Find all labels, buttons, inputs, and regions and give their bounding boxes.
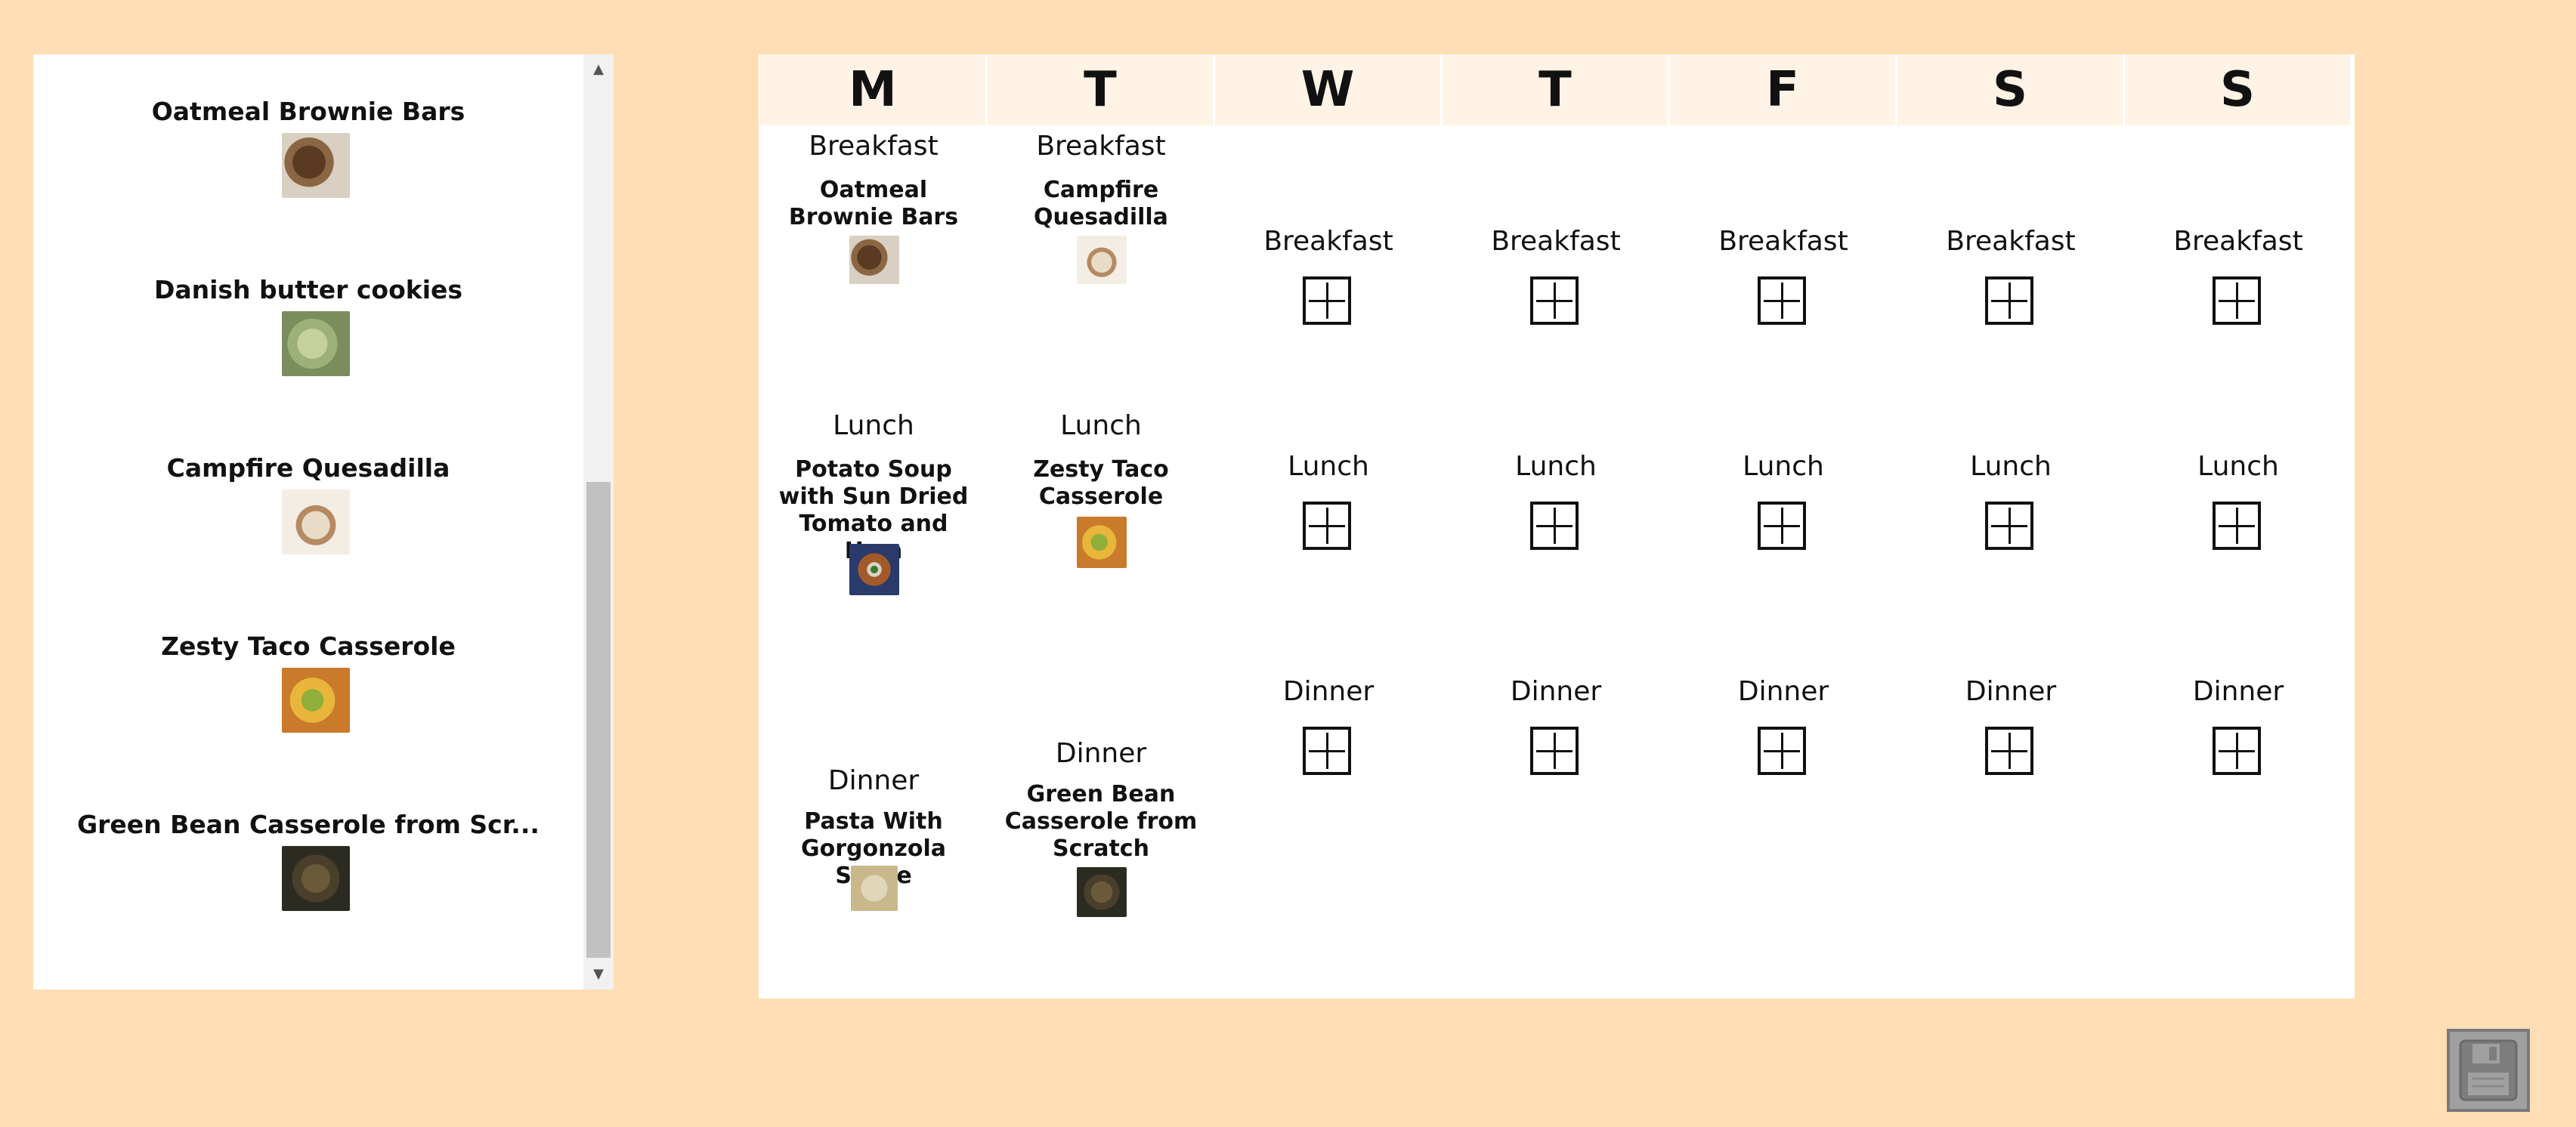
recipe-list-scrollbar[interactable]: ▲ ▼: [583, 54, 614, 990]
day-header-saturday: S: [1897, 54, 2123, 125]
planned-recipe-thumbnail: [1077, 867, 1127, 917]
add-recipe-plus-icon[interactable]: [1985, 727, 2033, 775]
scrollbar-thumb[interactable]: [586, 482, 611, 958]
day-header-tuesday: T: [988, 54, 1213, 125]
planned-recipe-title: Campfire Quesadilla: [1034, 177, 1168, 230]
day-column-sunday: Breakfast Lunch Dinner: [2125, 125, 2352, 999]
meal-label-lunch: Lunch: [1970, 451, 2052, 482]
planned-recipe-title: Green Bean Casserole from Scratch: [1004, 781, 1198, 862]
add-recipe-plus-icon[interactable]: [1985, 276, 2033, 325]
planned-recipe-title: Zesty Taco Casserole: [1033, 456, 1169, 510]
save-button[interactable]: [2447, 1029, 2530, 1112]
recipe-thumbnail: [282, 489, 350, 554]
recipe-item-oatmeal-brownie-bars[interactable]: Oatmeal Brownie Bars: [33, 54, 583, 233]
recipe-item-zesty-taco-casserole[interactable]: Zesty Taco Casserole: [33, 589, 583, 767]
day-header-thursday: T: [1443, 54, 1668, 125]
meal-label-dinner: Dinner: [1965, 676, 2057, 707]
planned-recipe-thumbnail: [1077, 236, 1127, 284]
planned-recipe-thumbnail: [849, 544, 899, 595]
meal-label-lunch: Lunch: [1288, 451, 1369, 482]
add-recipe-plus-icon[interactable]: [2213, 502, 2261, 550]
add-recipe-plus-icon[interactable]: [1530, 502, 1579, 550]
recipe-item-green-bean-casserole[interactable]: Green Bean Casserole from Scr...: [33, 767, 583, 946]
meal-label-lunch: Lunch: [1743, 451, 1824, 482]
meal-label-breakfast: Breakfast: [809, 131, 939, 162]
add-recipe-plus-icon[interactable]: [1530, 276, 1579, 325]
meal-label-lunch: Lunch: [2197, 451, 2279, 482]
add-recipe-plus-icon[interactable]: [1758, 276, 1806, 325]
recipe-title: Oatmeal Brownie Bars: [151, 97, 465, 126]
add-recipe-plus-icon[interactable]: [2213, 276, 2261, 325]
day-header-wednesday: W: [1215, 54, 1440, 125]
meal-label-breakfast: Breakfast: [1036, 131, 1166, 162]
meal-label-dinner: Dinner: [827, 765, 920, 796]
add-recipe-plus-icon[interactable]: [1758, 727, 1806, 775]
recipe-title: Zesty Taco Casserole: [161, 631, 456, 661]
recipe-thumbnail: [282, 133, 350, 198]
recipe-list: Oatmeal Brownie Bars Danish butter cooki…: [33, 54, 583, 990]
meal-label-dinner: Dinner: [1737, 676, 1829, 707]
add-recipe-plus-icon[interactable]: [1303, 727, 1351, 775]
meal-label-breakfast: Breakfast: [1718, 226, 1848, 257]
planned-recipe-thumbnail: [851, 866, 898, 911]
recipe-title: Green Bean Casserole from Scr...: [77, 810, 540, 839]
meal-label-lunch: Lunch: [833, 410, 914, 441]
scroll-down-arrow-icon[interactable]: ▼: [583, 959, 614, 990]
day-column-friday: Breakfast Lunch Dinner: [1670, 125, 1897, 999]
add-recipe-plus-icon[interactable]: [1303, 502, 1351, 550]
meal-label-dinner: Dinner: [1055, 738, 1147, 769]
recipe-thumbnail: [282, 846, 350, 911]
day-column-saturday: Breakfast Lunch Dinner: [1897, 125, 2124, 999]
recipe-thumbnail: [282, 668, 350, 733]
meal-label-breakfast: Breakfast: [1263, 226, 1393, 257]
add-recipe-plus-icon[interactable]: [2213, 727, 2261, 775]
planned-recipe-thumbnail: [1077, 517, 1127, 568]
day-header-monday: M: [760, 54, 985, 125]
floppy-disk-icon: [2459, 1039, 2518, 1101]
add-recipe-plus-icon[interactable]: [1985, 502, 2033, 550]
day-header-row: M T W T F S S: [759, 54, 2355, 125]
meal-label-lunch: Lunch: [1515, 451, 1597, 482]
recipe-title: Danish butter cookies: [153, 275, 463, 304]
add-recipe-plus-icon[interactable]: [1758, 502, 1806, 550]
scroll-up-arrow-icon[interactable]: ▲: [583, 54, 614, 85]
add-recipe-plus-icon[interactable]: [1303, 276, 1351, 325]
meal-planner: M T W T F S S Breakfast Oatmeal Brownie …: [759, 54, 2355, 999]
meal-label-dinner: Dinner: [2192, 676, 2284, 707]
day-column-monday: Breakfast Oatmeal Brownie Bars Lunch Pot…: [760, 125, 987, 999]
day-column-wednesday: Breakfast Lunch Dinner: [1215, 125, 1442, 999]
day-column-thursday: Breakfast Lunch Dinner: [1443, 125, 1669, 999]
recipe-title: Campfire Quesadilla: [166, 453, 450, 483]
meal-label-breakfast: Breakfast: [2173, 226, 2303, 257]
recipe-item-danish-butter-cookies[interactable]: Danish butter cookies: [33, 233, 583, 411]
meal-label-breakfast: Breakfast: [1946, 226, 2076, 257]
add-recipe-plus-icon[interactable]: [1530, 727, 1579, 775]
recipe-thumbnail: [282, 311, 350, 376]
meal-label-dinner: Dinner: [1510, 676, 1602, 707]
meal-label-breakfast: Breakfast: [1491, 226, 1621, 257]
day-header-friday: F: [1670, 54, 1895, 125]
meal-label-lunch: Lunch: [1060, 410, 1142, 441]
recipe-item-campfire-quesadilla[interactable]: Campfire Quesadilla: [33, 411, 583, 589]
planned-recipe-title: Oatmeal Brownie Bars: [788, 177, 959, 230]
day-header-sunday: S: [2125, 54, 2350, 125]
meal-label-dinner: Dinner: [1282, 676, 1375, 707]
planned-recipe-thumbnail: [849, 236, 899, 284]
day-column-tuesday: Breakfast Campfire Quesadilla Lunch Zest…: [988, 125, 1214, 999]
recipe-list-panel: Oatmeal Brownie Bars Danish butter cooki…: [33, 54, 614, 990]
